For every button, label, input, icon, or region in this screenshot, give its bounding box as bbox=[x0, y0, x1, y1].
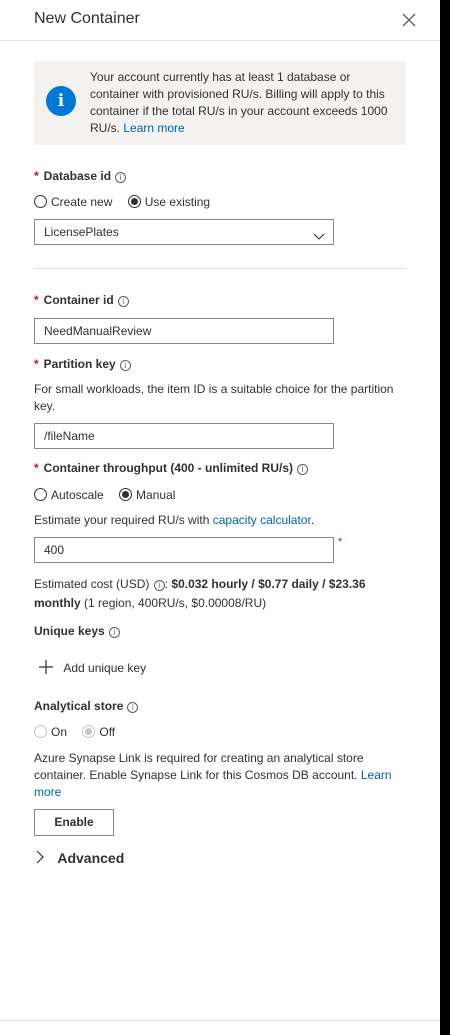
cost-monthly: monthly bbox=[34, 596, 81, 610]
cost-prefix: Estimated cost (USD) bbox=[34, 577, 150, 591]
required-marker: * bbox=[34, 169, 39, 183]
advanced-label: Advanced bbox=[57, 850, 125, 866]
radio-on-label: On bbox=[51, 725, 68, 739]
enable-button[interactable]: Enable bbox=[34, 809, 114, 836]
info-message-bar: i Your account currently has at least 1 … bbox=[34, 61, 406, 145]
analytical-store-label-text: Analytical store bbox=[34, 699, 124, 713]
analytical-store-label: Analytical store i bbox=[34, 699, 139, 713]
plus-icon bbox=[38, 659, 54, 678]
estimate-period: . bbox=[310, 513, 315, 527]
database-radio-group: Create new Use existing bbox=[34, 195, 210, 209]
required-marker: * bbox=[34, 293, 39, 307]
close-icon[interactable] bbox=[400, 11, 418, 29]
database-id-label-text: Database id bbox=[43, 169, 112, 183]
info-tooltip-icon[interactable]: i bbox=[115, 172, 127, 183]
container-id-label: * Container id i bbox=[34, 293, 129, 307]
database-id-label: * Database id i bbox=[34, 169, 127, 183]
database-id-value: LicensePlates bbox=[44, 225, 119, 239]
radio-create-new[interactable]: Create new bbox=[34, 195, 112, 209]
required-marker: * bbox=[34, 461, 39, 475]
radio-off-label: Off bbox=[99, 725, 116, 739]
throughput-label: * Container throughput (400 - unlimited R… bbox=[34, 461, 308, 475]
cost-values: $0.032 hourly / $0.77 daily / $23.36 bbox=[171, 577, 366, 591]
unique-keys-label-text: Unique keys bbox=[34, 624, 105, 638]
container-id-label-text: Container id bbox=[43, 293, 114, 307]
learn-more-link[interactable]: Learn more bbox=[123, 121, 184, 135]
scrollbar[interactable] bbox=[440, 0, 450, 1035]
radio-on[interactable]: On bbox=[34, 725, 67, 739]
panel-title: New Container bbox=[34, 10, 140, 27]
capacity-calculator-link[interactable]: capacity calculator bbox=[213, 513, 311, 527]
add-unique-key-button[interactable]: Add unique key bbox=[38, 659, 146, 678]
info-icon: i bbox=[46, 86, 76, 116]
radio-autoscale[interactable]: Autoscale bbox=[34, 488, 104, 502]
advanced-toggle[interactable]: Advanced bbox=[34, 850, 124, 867]
container-id-value: NeedManualReview bbox=[44, 324, 152, 338]
cost-detail: (1 region, 400RU/s, $0.00008/RU) bbox=[84, 596, 267, 610]
info-tooltip-icon[interactable]: i bbox=[127, 702, 139, 713]
partition-key-help: For small workloads, the item ID is a su… bbox=[34, 382, 394, 413]
chevron-right-icon bbox=[34, 850, 46, 867]
radio-off[interactable]: Off bbox=[82, 725, 115, 739]
radio-autoscale-label: Autoscale bbox=[51, 488, 104, 502]
synapse-link-help: Azure Synapse Link is required for creat… bbox=[34, 750, 394, 801]
database-id-dropdown[interactable]: LicensePlates bbox=[34, 219, 334, 245]
throughput-label-text: Container throughput (400 - unlimited RU… bbox=[43, 461, 293, 475]
radio-use-existing-label: Use existing bbox=[144, 195, 211, 209]
analytical-radio-group: On Off bbox=[34, 725, 115, 739]
throughput-required-marker: * bbox=[338, 536, 343, 548]
estimated-cost: Estimated cost (USD) i: $0.032 hourly / … bbox=[34, 575, 406, 613]
synapse-help-text: Azure Synapse Link is required for creat… bbox=[34, 751, 364, 782]
throughput-value: 400 bbox=[44, 543, 65, 557]
radio-autoscale-circle[interactable] bbox=[34, 488, 47, 501]
container-id-input[interactable]: NeedManualReview bbox=[34, 318, 334, 344]
radio-manual-label: Manual bbox=[136, 488, 176, 502]
section-divider bbox=[34, 268, 406, 269]
unique-keys-label: Unique keys i bbox=[34, 624, 120, 638]
radio-use-existing[interactable]: Use existing bbox=[127, 195, 211, 209]
throughput-input[interactable]: 400 bbox=[34, 537, 334, 563]
info-message-text: Your account currently has at least 1 da… bbox=[90, 69, 396, 137]
radio-manual-circle[interactable] bbox=[119, 488, 133, 501]
partition-key-label-text: Partition key bbox=[43, 357, 116, 371]
partition-key-input[interactable]: /fileName bbox=[34, 423, 334, 449]
throughput-estimate-text: Estimate your required RU/s with capacit… bbox=[34, 512, 314, 529]
radio-create-new-circle[interactable] bbox=[34, 195, 47, 208]
new-container-panel: New Container i Your account currently h… bbox=[0, 0, 440, 1035]
radio-manual[interactable]: Manual bbox=[119, 488, 175, 502]
info-tooltip-icon[interactable]: i bbox=[119, 360, 131, 371]
add-unique-key-label: Add unique key bbox=[63, 661, 147, 675]
info-tooltip-icon[interactable]: i bbox=[297, 464, 308, 475]
radio-on-circle[interactable] bbox=[34, 725, 47, 738]
panel-header: New Container bbox=[0, 0, 440, 41]
info-tooltip-icon[interactable]: i bbox=[108, 627, 120, 638]
footer-divider bbox=[0, 1020, 440, 1021]
required-marker: * bbox=[34, 357, 39, 371]
radio-off-circle[interactable] bbox=[82, 725, 96, 738]
info-tooltip-icon[interactable]: i bbox=[153, 580, 165, 591]
cost-colon: : bbox=[164, 577, 169, 591]
throughput-radio-group: Autoscale Manual bbox=[34, 488, 175, 502]
info-tooltip-icon[interactable]: i bbox=[117, 296, 129, 307]
estimate-text: Estimate your required RU/s with bbox=[34, 513, 210, 527]
partition-key-label: * Partition key i bbox=[34, 357, 131, 371]
radio-use-existing-circle[interactable] bbox=[127, 195, 141, 208]
chevron-down-icon bbox=[313, 226, 325, 240]
radio-create-new-label: Create new bbox=[51, 195, 113, 209]
partition-key-value: /fileName bbox=[44, 429, 95, 443]
